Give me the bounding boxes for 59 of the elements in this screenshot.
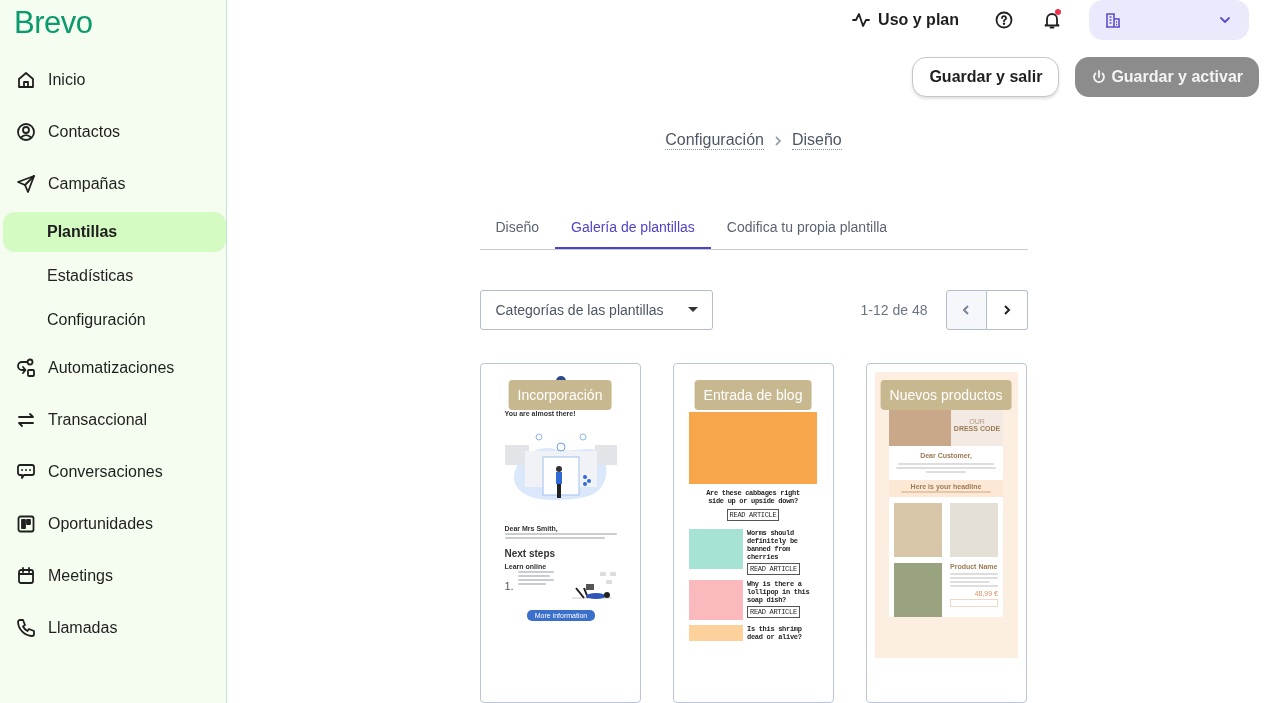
placeholder-text-drawing — [950, 572, 998, 588]
nav-subitem[interactable]: Configuración — [3, 298, 226, 342]
chevron-right-icon — [773, 134, 782, 147]
chevron-left-icon — [962, 304, 970, 316]
step-number: 1. — [504, 580, 514, 592]
nav-item[interactable]: Transaccional — [3, 394, 226, 446]
photo-placeholder — [689, 529, 743, 569]
arrows-exchange-icon — [16, 410, 36, 430]
home-icon — [16, 70, 36, 90]
phone-icon — [16, 618, 36, 638]
account-dropdown[interactable] — [1089, 0, 1249, 40]
power-icon — [1091, 69, 1108, 85]
category-tag: Entrada de blog — [694, 380, 812, 410]
nav-item[interactable]: Conversaciones — [3, 446, 226, 498]
tab[interactable]: Diseño — [479, 207, 556, 249]
user-circle-icon — [16, 122, 36, 142]
preview-heading: Next steps — [504, 548, 556, 559]
nav-item[interactable]: Meetings — [3, 550, 226, 602]
activity-pulse-icon — [852, 12, 871, 28]
building-icon — [1105, 12, 1121, 28]
nav-item[interactable]: Contactos — [3, 106, 226, 158]
placeholder-text-drawing — [517, 570, 554, 586]
nav-item[interactable]: Campañas — [3, 158, 226, 210]
nav-item[interactable]: Automatizaciones — [3, 342, 226, 394]
category-tag: Nuevos productos — [880, 380, 1012, 410]
nav-item[interactable]: Oportunidades — [3, 498, 226, 550]
photo-placeholder — [894, 563, 942, 617]
kanban-board-icon — [16, 514, 36, 534]
category-tag: Incorporación — [508, 380, 612, 410]
photo-placeholder — [894, 503, 942, 557]
nav-item[interactable]: Inicio — [3, 54, 226, 106]
caret-down-icon — [687, 307, 698, 313]
photo-placeholder — [689, 580, 743, 620]
category-dropdown[interactable]: Categorías de las plantillas — [479, 290, 713, 330]
nav-subitem[interactable]: Estadísticas — [3, 254, 226, 298]
pagination-range: 1-12 de 48 — [860, 302, 928, 318]
photo-placeholder — [689, 625, 743, 641]
workflow-icon — [16, 358, 36, 378]
shop-button-drawing — [950, 599, 998, 607]
help-icon — [995, 11, 1013, 29]
illustration-drawing — [569, 570, 618, 602]
template-card[interactable] — [672, 363, 834, 703]
tab[interactable]: Galería de plantillas — [555, 207, 711, 249]
help-button[interactable] — [993, 9, 1015, 31]
paper-plane-icon — [16, 174, 36, 194]
nav-subitem[interactable]: Plantillas — [3, 212, 226, 252]
chevron-down-icon — [1219, 16, 1231, 24]
tab[interactable]: Codifica tu propia plantilla — [710, 207, 904, 249]
bell-icon — [1044, 11, 1060, 29]
usage-plan-link[interactable]: Uso y plan — [852, 11, 959, 29]
calendar-icon — [16, 566, 36, 586]
chat-bubble-icon — [16, 462, 36, 482]
photo-placeholder — [950, 503, 998, 557]
breadcrumb-link[interactable]: Diseño — [791, 131, 842, 150]
save-exit-button[interactable]: Guardar y salir — [912, 57, 1060, 97]
brevo-logo: Brevo — [14, 5, 93, 41]
breadcrumb-link[interactable]: Configuración — [665, 131, 764, 150]
nav-item[interactable]: Llamadas — [3, 602, 226, 654]
chevron-right-icon — [1002, 304, 1011, 316]
